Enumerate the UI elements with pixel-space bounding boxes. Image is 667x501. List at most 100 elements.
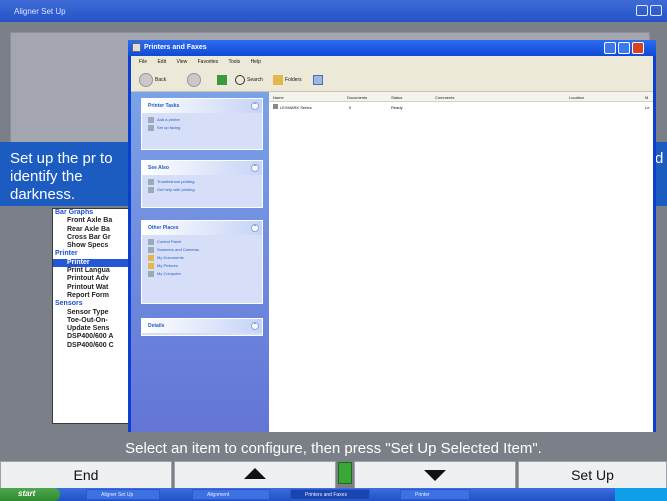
start-button[interactable]: start <box>0 488 60 501</box>
details-panel: Details ˇ <box>141 318 263 336</box>
system-tray <box>615 488 667 501</box>
tree-item[interactable]: Printout Wat <box>53 284 133 292</box>
menu-tools[interactable]: Tools <box>228 59 240 65</box>
taskbar-item[interactable]: Printer <box>400 489 470 500</box>
menu-favorites[interactable]: Favorites <box>198 59 219 65</box>
up-folder-icon[interactable] <box>217 75 227 85</box>
see-also-panel: See Also ˆ Troubleshoot printing Get help… <box>141 160 263 208</box>
menu-file[interactable]: File <box>139 59 147 65</box>
my-documents-link[interactable]: My Documents <box>148 254 258 262</box>
forward-icon[interactable] <box>187 73 201 87</box>
printing-help-link[interactable]: Get help with printing <box>148 186 258 194</box>
task-pane: Printer Tasks ˆ Add a printer Set up faxi… <box>131 92 269 432</box>
printer-name: LEXMARK Series <box>280 105 312 110</box>
fax-icon <box>148 124 154 131</box>
collapse-icon[interactable]: ˆ <box>251 164 259 172</box>
folders-label[interactable]: Folders <box>285 77 302 83</box>
tree-item[interactable]: Update Sens <box>53 325 133 333</box>
setup-tree[interactable]: Bar Graphs Front Axle Ba Rear Axle Ba Cross… <box>52 208 134 424</box>
help-icon <box>148 186 154 193</box>
close-icon[interactable] <box>632 42 644 54</box>
arrow-up-icon <box>244 468 266 479</box>
control-panel-link[interactable]: Control Panel <box>148 238 258 246</box>
taskbar: start Aligner Set Up Alignment Printers … <box>0 488 667 501</box>
details-heading: Details <box>148 323 165 329</box>
expand-icon[interactable]: ˇ <box>251 322 259 330</box>
app-title: Aligner Set Up <box>14 7 66 16</box>
printer-model: Le <box>645 105 650 110</box>
views-icon[interactable] <box>313 75 323 85</box>
scanner-icon <box>148 246 154 253</box>
column-comments[interactable]: Comments <box>435 95 454 100</box>
printers-window: Printers and Faxes File Edit View Favori… <box>128 40 656 432</box>
tree-group[interactable]: Printer <box>53 250 133 258</box>
setup-faxing-link[interactable]: Set up faxing <box>148 124 258 132</box>
add-printer-link[interactable]: Add a printer <box>148 116 258 124</box>
my-pictures-link[interactable]: My Pictures <box>148 262 258 270</box>
printers-title-bar: Printers and Faxes <box>128 40 656 56</box>
tree-item[interactable]: Printout Adv <box>53 275 133 283</box>
search-label[interactable]: Search <box>247 77 263 83</box>
tree-item[interactable]: Printer <box>53 258 133 268</box>
column-name[interactable]: Name <box>273 95 284 100</box>
search-icon[interactable] <box>235 75 245 85</box>
tree-item[interactable]: Toe-Out-On- <box>53 317 133 325</box>
printer-tasks-heading: Printer Tasks <box>148 103 180 109</box>
tree-item[interactable]: Sensor Type <box>53 309 133 317</box>
tree-item[interactable]: Show Specs <box>53 242 133 250</box>
taskbar-item[interactable]: Alignment <box>192 489 270 500</box>
tree-group[interactable]: Bar Graphs <box>53 209 133 217</box>
menu-bar: File Edit View Favorites Tools Help <box>131 56 653 68</box>
tree-item[interactable]: Report Form <box>53 292 133 300</box>
collapse-icon[interactable]: ˆ <box>251 102 259 110</box>
printer-folder-icon <box>132 43 141 52</box>
column-location[interactable]: Location <box>569 95 584 100</box>
back-icon[interactable] <box>139 73 153 87</box>
taskbar-item[interactable]: Printers and Faxes <box>290 489 370 500</box>
menu-edit[interactable]: Edit <box>157 59 166 65</box>
menu-view[interactable]: View <box>176 59 187 65</box>
close-icon[interactable] <box>650 5 662 16</box>
instruction-text: Set up the pr to identify the darkness. <box>10 150 113 203</box>
end-button-label: End <box>73 467 99 483</box>
instruction-text-right: d <box>655 150 664 167</box>
printer-status: Ready <box>391 105 403 110</box>
back-label[interactable]: Back <box>155 77 166 83</box>
troubleshoot-link[interactable]: Troubleshoot printing <box>148 178 258 186</box>
my-computer-link[interactable]: My Computer <box>148 270 258 278</box>
taskbar-item[interactable]: Aligner Set Up <box>86 489 160 500</box>
maximize-icon[interactable] <box>618 42 630 54</box>
folder-icon <box>148 262 154 269</box>
menu-help[interactable]: Help <box>251 59 261 65</box>
tree-item[interactable]: DSP400/600 C <box>53 342 133 350</box>
tree-item[interactable]: Print Langua <box>53 267 133 275</box>
tree-item[interactable]: Rear Axle Ba <box>53 226 133 234</box>
column-model[interactable]: M <box>645 95 648 100</box>
collapse-icon[interactable]: ˆ <box>251 224 259 232</box>
app-title-bar: Aligner Set Up <box>0 0 667 22</box>
printer-icon <box>273 104 278 109</box>
table-row[interactable]: LEXMARK Series 0 Ready Le <box>269 102 653 111</box>
control-panel-icon <box>148 238 154 245</box>
minimize-icon[interactable] <box>636 5 648 16</box>
see-also-heading: See Also <box>148 165 169 171</box>
folders-icon[interactable] <box>273 75 283 85</box>
add-printer-icon <box>148 116 154 123</box>
printer-list: Name Documents Status Comments Location … <box>269 92 653 432</box>
tree-item[interactable]: DSP400/600 A <box>53 333 133 341</box>
toolbar: Back Search Folders <box>131 68 653 92</box>
minimize-icon[interactable] <box>604 42 616 54</box>
column-status[interactable]: Status <box>391 95 402 100</box>
list-header: Name Documents Status Comments Location … <box>269 92 653 102</box>
arrow-down-icon <box>424 470 446 481</box>
column-documents[interactable]: Documents <box>347 95 367 100</box>
tree-group[interactable]: Sensors <box>53 300 133 308</box>
folder-icon <box>148 254 154 261</box>
tree-item[interactable]: Cross Bar Gr <box>53 234 133 242</box>
printer-documents: 0 <box>349 105 352 110</box>
status-indicator-icon <box>338 462 352 484</box>
tree-item[interactable]: Front Axle Ba <box>53 217 133 225</box>
scanners-link[interactable]: Scanners and Cameras <box>148 246 258 254</box>
bottom-prompt: Select an item to configure, then press … <box>125 440 542 457</box>
help-icon <box>148 178 154 185</box>
